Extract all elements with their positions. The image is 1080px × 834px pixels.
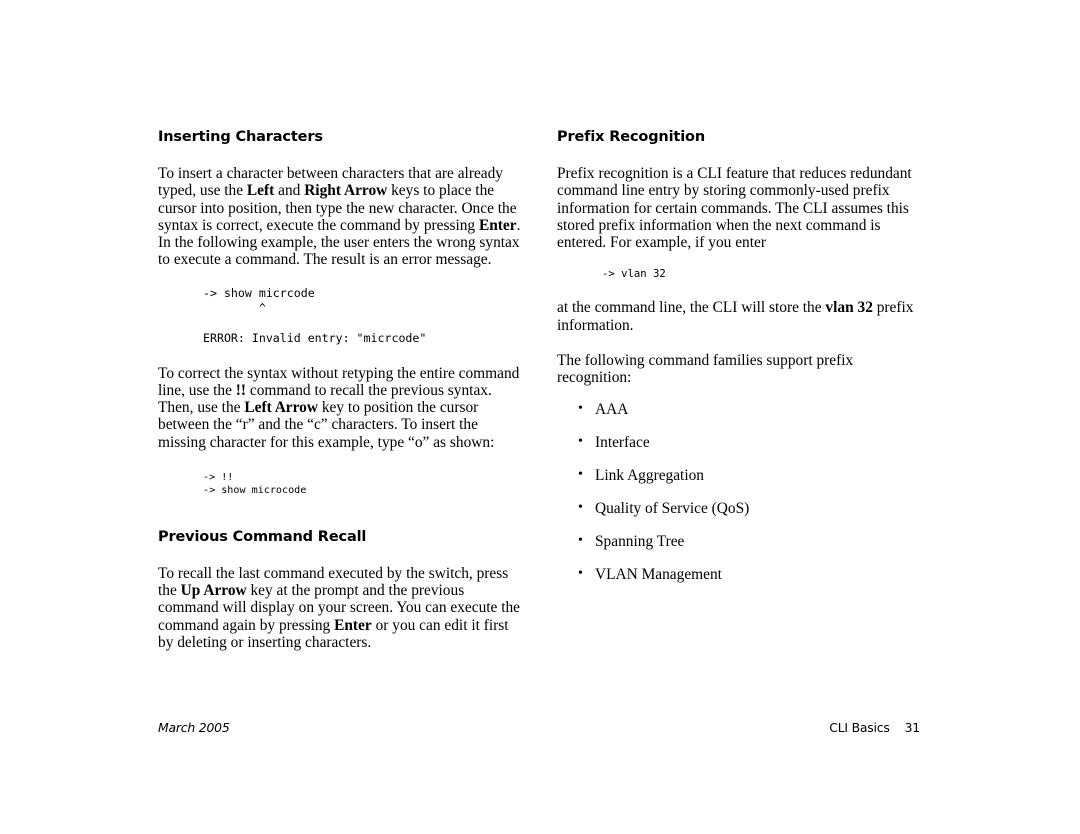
paragraph-prefix-recognition-intro: Prefix recognition is a CLI feature that… [557, 165, 912, 252]
list-item: • VLAN Management [557, 566, 920, 583]
paragraph-vlan-prefix-stored: at the command line, the CLI will store … [557, 299, 920, 334]
document-page: Inserting Characters To insert a charact… [0, 0, 1080, 834]
bullet-icon: • [578, 532, 583, 548]
left-column: Inserting Characters To insert a charact… [158, 128, 522, 651]
paragraph-previous-command-recall: To recall the last command executed by t… [158, 565, 522, 651]
bold-up-arrow-key: Up Arrow [180, 582, 247, 600]
bullet-icon: • [578, 466, 583, 482]
paragraph-inserting-characters-intro: To insert a character between characters… [158, 165, 522, 269]
list-item: • Interface [557, 434, 920, 451]
list-item-label: AAA [595, 400, 629, 418]
list-item: • Quality of Service (QoS) [557, 500, 920, 517]
bold-left-arrow-key: Left Arrow [244, 399, 318, 417]
bullet-icon: • [578, 499, 583, 515]
list-item: • Link Aggregation [557, 467, 920, 484]
list-item-label: Spanning Tree [595, 532, 685, 550]
list-item-label: Link Aggregation [595, 466, 704, 484]
bold-enter-key: Enter [334, 616, 372, 634]
list-item: • Spanning Tree [557, 533, 920, 550]
bold-vlan-32-command: vlan 32 [825, 299, 873, 317]
page-footer: March 2005 CLI Basics 31 [158, 720, 920, 738]
code-block-vlan-example: -> vlan 32 [602, 268, 666, 281]
heading-previous-command-recall: Previous Command Recall [158, 528, 367, 545]
code-block-recall-example: -> !! -> show microcode [203, 472, 307, 497]
list-item: • AAA [557, 401, 920, 418]
bold-bang-bang-command: !! [235, 381, 247, 399]
bullet-icon: • [578, 433, 583, 449]
list-item-label: VLAN Management [595, 565, 722, 583]
paragraph-text-segment: at the command line, the CLI will store … [557, 299, 826, 317]
paragraph-command-families-intro: The following command families support p… [557, 352, 854, 387]
list-item-label: Interface [595, 433, 650, 451]
bullet-icon: • [578, 400, 583, 416]
code-block-error-example: -> show micrcode ^ ERROR: Invalid entry:… [203, 285, 427, 346]
right-column: Prefix Recognition Prefix recognition is… [557, 128, 920, 599]
bold-right-arrow-key: Right Arrow [304, 182, 388, 200]
paragraph-correct-syntax: To correct the syntax without retyping t… [158, 365, 522, 451]
command-families-list: • AAA • Interface • Link Aggregation • Quali… [557, 401, 920, 583]
footer-chapter-and-page-number: CLI Basics 31 [829, 720, 920, 735]
bold-left-key: Left [246, 182, 275, 200]
heading-prefix-recognition: Prefix Recognition [557, 129, 706, 145]
list-item-label: Quality of Service (QoS) [595, 499, 750, 517]
footer-date: March 2005 [158, 720, 230, 735]
heading-inserting-characters: Inserting Characters [158, 129, 323, 145]
bold-enter-key: Enter [478, 216, 517, 234]
bullet-icon: • [578, 565, 583, 581]
paragraph-text-segment: and [274, 182, 305, 200]
